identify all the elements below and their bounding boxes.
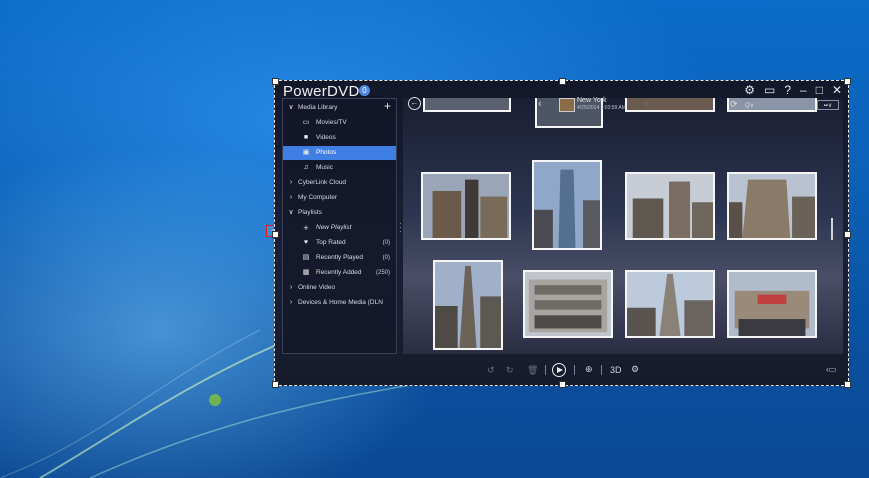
photo-thumbnail[interactable] xyxy=(421,172,511,240)
chevron-down-icon: ∨ xyxy=(288,209,294,216)
sidebar-item-photos[interactable]: ▣ Photos xyxy=(283,146,396,160)
window-controls: ⚙ ▭ ? – □ ✕ xyxy=(744,83,842,97)
photo-thumbnail[interactable] xyxy=(423,98,511,112)
close-icon[interactable]: ✕ xyxy=(832,83,842,97)
sidebar-item-recently-played[interactable]: ▤ Recently Played (0) xyxy=(283,251,396,265)
photo-thumbnail[interactable] xyxy=(433,260,503,350)
recent-added-icon: ▦ xyxy=(302,269,310,276)
settings-gear-icon[interactable]: ⚙ xyxy=(631,364,639,375)
settings-icon[interactable]: ⚙ xyxy=(744,83,755,97)
vertical-scrollbar[interactable] xyxy=(831,218,833,240)
photo-thumbnail[interactable] xyxy=(727,270,817,338)
photo-thumbnail[interactable] xyxy=(532,160,602,250)
photo-thumbnail[interactable] xyxy=(523,270,613,338)
sidebar-item-online-video[interactable]: › Online Video xyxy=(283,281,396,295)
help-icon[interactable]: ? xyxy=(784,83,791,97)
miniplayer-icon[interactable]: ▭ xyxy=(764,83,775,97)
sidebar-item-playlists[interactable]: ∨ Playlists xyxy=(283,206,396,220)
minimize-icon[interactable]: – xyxy=(800,83,807,97)
chevron-right-icon: › xyxy=(289,284,293,291)
toolbar-separator xyxy=(574,365,575,375)
powerdvd-window: PowerDVD 0 ⚙ ▭ ? – □ ✕ + ∨ Media Library… xyxy=(272,78,851,388)
sidebar-item-recently-added[interactable]: ▦ Recently Added (250) xyxy=(283,266,396,280)
sidebar-item-music[interactable]: ♫ Music xyxy=(283,161,396,175)
music-icon: ♫ xyxy=(303,164,309,171)
3d-button[interactable]: 3D xyxy=(610,365,622,375)
photo-thumbnail[interactable] xyxy=(625,98,715,112)
location-date: 4/25/2014 9:03:59 AM xyxy=(577,105,626,111)
location-name: New York xyxy=(577,97,607,104)
refresh-icon[interactable]: ⟳ xyxy=(730,99,738,110)
zoom-icon[interactable]: ⊕ xyxy=(585,364,593,375)
recent-played-icon: ▤ xyxy=(302,254,310,261)
back-arrow-icon[interactable]: ← xyxy=(408,97,421,110)
video-camera-icon: ■ xyxy=(303,134,309,141)
rotate-right-icon[interactable]: ↻ xyxy=(506,365,514,376)
photo-thumbnail[interactable] xyxy=(625,172,715,240)
prev-arrow-icon[interactable]: ‹ xyxy=(538,98,542,110)
rotate-left-icon[interactable]: ↺ xyxy=(487,365,495,376)
search-input[interactable]: Q∨ xyxy=(742,100,810,110)
chevron-right-icon: › xyxy=(289,179,293,186)
view-mode-button[interactable]: ▪▪∨ xyxy=(817,100,839,110)
chevron-down-icon: ∨ xyxy=(288,104,294,111)
sidebar-item-media-library[interactable]: ∨ Media Library xyxy=(283,101,396,115)
photo-grid xyxy=(403,98,843,354)
toolbar-separator xyxy=(601,365,602,375)
chevron-right-icon: › xyxy=(289,194,293,201)
sidebar-item-videos[interactable]: ■ Videos xyxy=(283,131,396,145)
location-thumbnail xyxy=(559,98,575,112)
film-icon: ▭ xyxy=(302,119,310,126)
sidebar-item-my-computer[interactable]: › My Computer xyxy=(283,191,396,205)
photo-thumbnail[interactable] xyxy=(727,172,817,240)
next-arrow-icon[interactable]: › xyxy=(645,98,649,110)
photo-icon: ▣ xyxy=(302,149,310,156)
sidebar-resize-grip[interactable]: · · · xyxy=(399,219,402,236)
play-button[interactable] xyxy=(552,363,566,377)
notification-badge[interactable]: 0 xyxy=(359,85,370,96)
delete-icon[interactable]: 🗑 xyxy=(527,365,538,376)
sidebar-item-devices-home-media[interactable]: › Devices & Home Media (DLN xyxy=(283,296,396,310)
toolbar-separator xyxy=(545,365,546,375)
photo-thumbnail[interactable] xyxy=(625,270,715,338)
chevron-right-icon: › xyxy=(289,299,293,306)
sidebar-item-cyberlink-cloud[interactable]: › CyberLink Cloud xyxy=(283,176,396,190)
sidebar: + ∨ Media Library ▭ Movies/TV ■ Videos ▣… xyxy=(282,98,397,354)
sidebar-item-top-rated[interactable]: ♥ Top Rated (0) xyxy=(283,236,396,250)
heart-icon: ♥ xyxy=(303,239,309,246)
maximize-icon[interactable]: □ xyxy=(816,83,823,97)
sidebar-item-movies-tv[interactable]: ▭ Movies/TV xyxy=(283,116,396,130)
sidebar-item-new-playlist[interactable]: + New Playlist xyxy=(283,221,396,235)
plus-icon: + xyxy=(303,223,309,233)
expand-panel-icon[interactable]: ‹▭ xyxy=(826,365,836,374)
